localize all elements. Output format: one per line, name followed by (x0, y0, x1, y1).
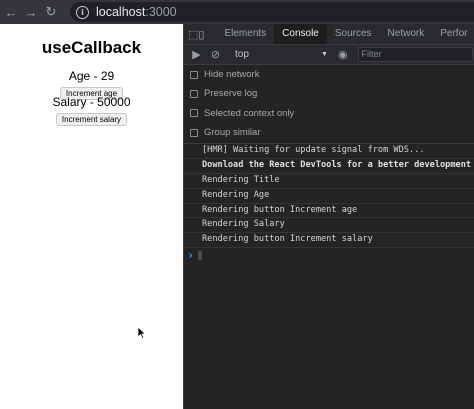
setting-selected-context-only[interactable]: Selected context only (184, 104, 474, 123)
console-output: [HMR] Waiting for update signal from WDS… (184, 144, 474, 262)
console-message: Rendering Salary (184, 218, 474, 234)
browser-toolbar: ← → ↻ i localhost:3000 (0, 0, 474, 24)
tab-sources[interactable]: Sources (327, 24, 380, 44)
back-arrow-icon[interactable]: ← (2, 5, 20, 20)
console-sidebar-icon[interactable]: ▶ (187, 48, 206, 61)
page-title: useCallback (41, 38, 142, 57)
console-message: Rendering button Increment salary (184, 233, 474, 249)
url-host: localhost (96, 5, 146, 19)
console-message: Rendering Title (184, 174, 474, 189)
setting-label: Preserve log (204, 88, 258, 100)
chevron-down-icon[interactable]: ▼ (321, 51, 328, 58)
url-text[interactable]: localhost:3000 (96, 5, 177, 19)
setting-preserve-log[interactable]: Preserve log (184, 84, 474, 103)
url-port: :3000 (145, 5, 177, 19)
device-toolbar-icon[interactable]: ▯ (198, 28, 204, 41)
prompt-chevron-icon: › (189, 249, 193, 261)
devtools-tabbar: ⬚ ▯ Elements Console Sources Network Per… (184, 24, 474, 45)
checkbox[interactable] (190, 109, 198, 118)
setting-hide-network[interactable]: Hide network (184, 65, 474, 84)
text-caret (198, 250, 203, 260)
context-selector[interactable]: top (235, 49, 321, 60)
checkbox[interactable] (190, 89, 198, 98)
eye-icon[interactable]: ◉ (338, 48, 348, 61)
mouse-cursor-icon (137, 326, 147, 340)
forward-arrow-icon[interactable]: → (22, 5, 40, 20)
console-prompt[interactable]: › (184, 248, 474, 262)
clear-console-icon[interactable]: ⊘ (206, 48, 225, 61)
setting-label: Hide network (204, 69, 260, 81)
tab-network[interactable]: Network (380, 24, 433, 44)
page-viewport: useCallback Age - 29 Increment age Salar… (0, 24, 183, 409)
console-message: Rendering button Increment age (184, 204, 474, 219)
checkbox[interactable] (190, 128, 198, 137)
info-icon[interactable]: i (76, 5, 89, 19)
console-settings: Hide network Preserve log Selected conte… (184, 65, 474, 142)
salary-text: Salary - 50000 (52, 95, 131, 109)
reload-icon[interactable]: ↻ (42, 4, 60, 20)
tab-elements[interactable]: Elements (216, 24, 274, 44)
tab-performance[interactable]: Perfor (432, 24, 474, 44)
setting-label: Group similar (204, 127, 261, 139)
setting-group-similar[interactable]: Group similar (184, 123, 474, 142)
setting-label: Selected context only (204, 107, 295, 119)
console-message: [HMR] Waiting for update signal from WDS… (184, 144, 474, 159)
tab-console[interactable]: Console (274, 24, 327, 44)
console-message: Rendering Age (184, 189, 474, 204)
console-toolbar: ▶ ⊘ top ▼ ◉ Filter (184, 45, 474, 65)
filter-input[interactable]: Filter (357, 47, 473, 62)
address-bar[interactable]: i localhost:3000 (70, 2, 474, 22)
inspect-element-icon[interactable]: ⬚ (188, 28, 198, 41)
console-message: Download the React DevTools for a better… (184, 159, 474, 174)
increment-salary-button[interactable]: Increment salary (55, 113, 128, 126)
devtools-panel: ⬚ ▯ Elements Console Sources Network Per… (183, 24, 474, 409)
checkbox[interactable] (190, 70, 198, 79)
age-text: Age - 29 (68, 69, 115, 83)
